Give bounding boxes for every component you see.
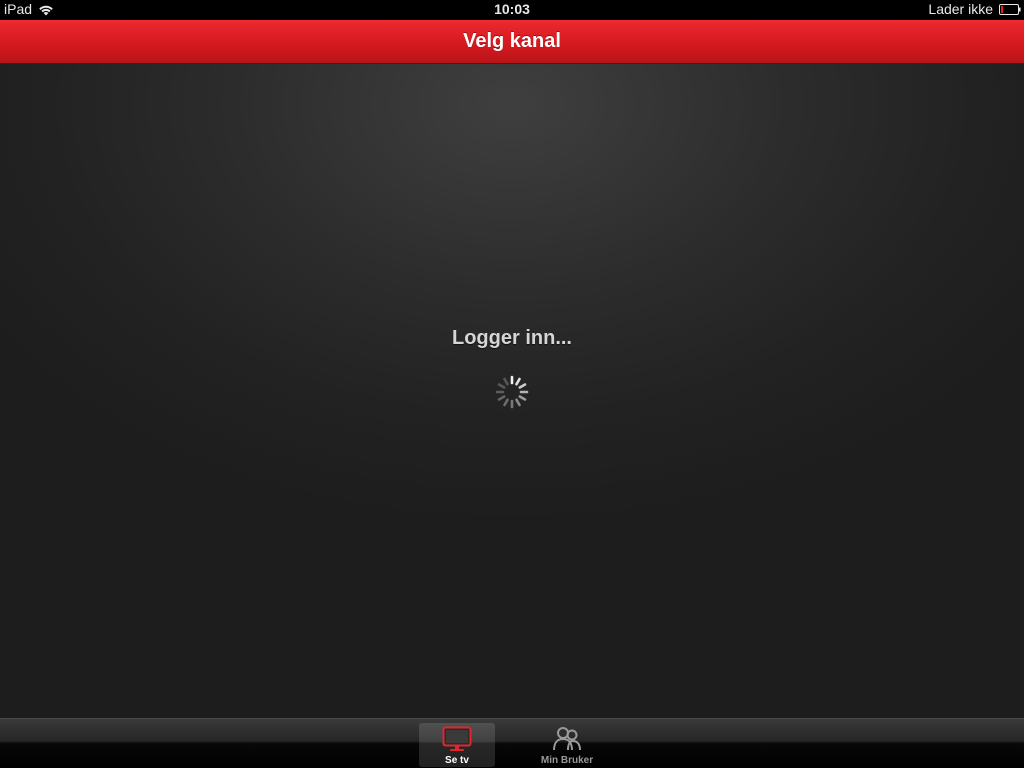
loading-label: Logger inn...	[452, 327, 572, 349]
status-time: 10:03	[494, 1, 530, 17]
tab-label-min-bruker: Min Bruker	[540, 755, 594, 766]
navigation-bar: Velg kanal	[0, 20, 1024, 64]
ipad-screen: iPad 10:03 Lader ikke Velg kanal Logger …	[0, 0, 1024, 768]
tab-label-se-tv: Se tv	[445, 755, 469, 766]
battery-status-text: Lader ikke	[928, 1, 993, 17]
page-title: Velg kanal	[463, 30, 561, 52]
tv-icon	[442, 726, 472, 751]
activity-spinner-icon	[495, 375, 529, 409]
tab-bar: Se tv Min Bruker	[0, 718, 1024, 768]
tab-min-bruker[interactable]: Min Bruker	[529, 723, 605, 767]
main-content: Logger inn...	[0, 64, 1024, 718]
tab-se-tv[interactable]: Se tv	[419, 723, 495, 767]
battery-icon	[999, 4, 1021, 15]
users-icon	[553, 727, 581, 751]
status-bar: iPad 10:03 Lader ikke	[0, 0, 1024, 20]
